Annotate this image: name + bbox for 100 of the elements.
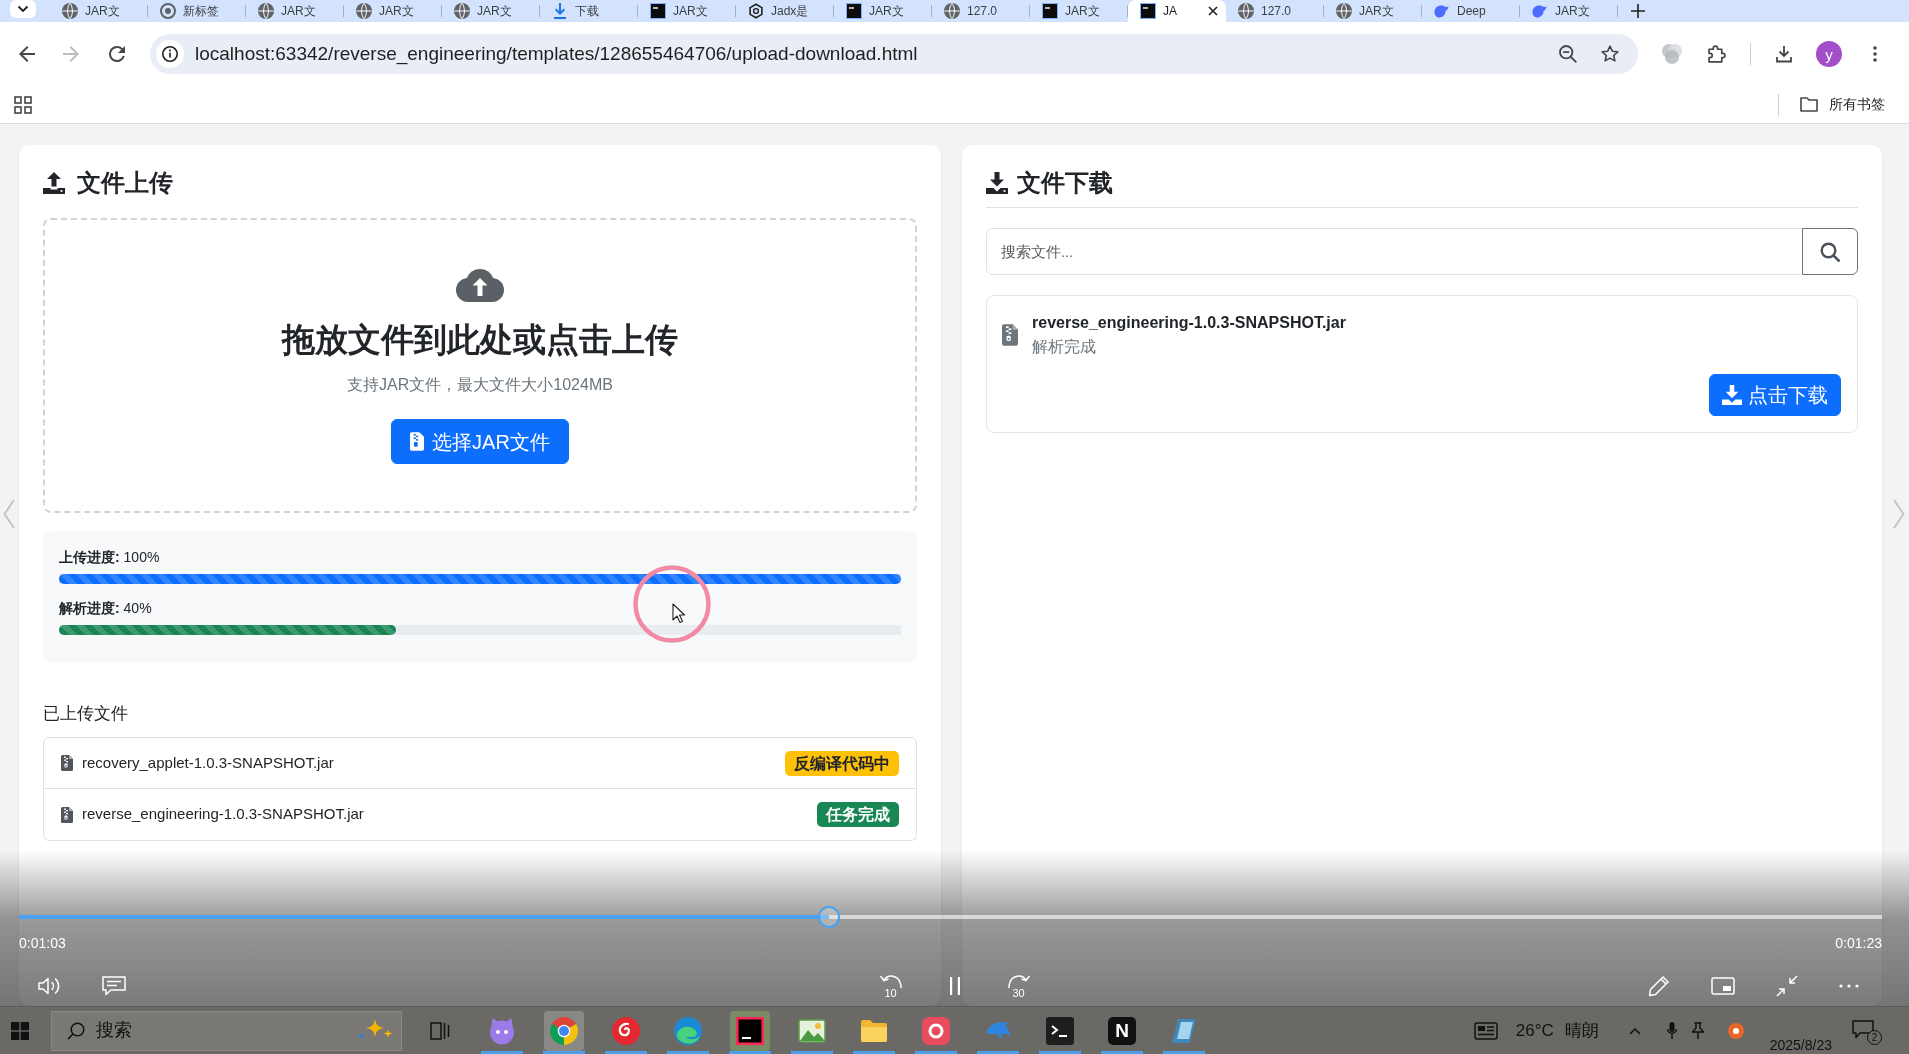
more-icon[interactable] bbox=[1839, 984, 1859, 988]
browser-tab[interactable]: JAR文 bbox=[50, 0, 148, 22]
terminal-icon bbox=[1140, 3, 1156, 19]
captions-icon[interactable] bbox=[102, 976, 126, 996]
tray-disc-icon[interactable] bbox=[1727, 1022, 1744, 1039]
notebook-icon[interactable] bbox=[1170, 1016, 1198, 1045]
reload-icon[interactable] bbox=[109, 46, 125, 62]
whale-icon bbox=[1434, 3, 1450, 19]
zip-file-icon bbox=[410, 432, 425, 451]
fast-forward-button[interactable]: 30 bbox=[1006, 973, 1031, 999]
download-button[interactable]: 点击下载 bbox=[1709, 374, 1841, 416]
news-widget-icon[interactable] bbox=[1473, 1021, 1498, 1040]
search-icon bbox=[67, 1021, 85, 1040]
browser-tab[interactable]: JAR文 bbox=[1324, 0, 1422, 22]
pin-icon[interactable] bbox=[1690, 1022, 1705, 1039]
rewind-button[interactable]: 10 bbox=[878, 973, 903, 999]
globe-icon bbox=[1336, 3, 1352, 19]
apps-grid-icon[interactable] bbox=[14, 95, 32, 114]
drop-hint: 支持JAR文件，最大文件大小1024MB bbox=[347, 375, 613, 395]
puzzle-icon[interactable] bbox=[1708, 45, 1726, 63]
choose-file-button[interactable]: 选择JAR文件 bbox=[391, 419, 569, 464]
chevron-down-icon[interactable] bbox=[10, 0, 36, 18]
terminal-icon bbox=[650, 3, 666, 19]
browser-tab[interactable]: JAR文 bbox=[834, 0, 932, 22]
forward-arrow-icon bbox=[1006, 973, 1031, 988]
ide-icon[interactable] bbox=[730, 1010, 770, 1051]
total-time: 0:01:23 bbox=[1835, 934, 1882, 953]
cloud-upload-icon bbox=[455, 269, 505, 303]
download-icon bbox=[1722, 385, 1742, 405]
zip-file-icon bbox=[61, 806, 73, 823]
notification-count: 2 bbox=[1867, 1029, 1882, 1045]
progress-label: 解析进度: 40% bbox=[59, 599, 152, 618]
globe-icon bbox=[356, 3, 372, 19]
globe-icon bbox=[1238, 3, 1254, 19]
browser-tab[interactable]: JAR文 bbox=[246, 0, 344, 22]
pen-icon[interactable] bbox=[1648, 975, 1670, 997]
search-field[interactable]: 搜索文件... bbox=[986, 228, 1803, 275]
browser-icon[interactable] bbox=[544, 1010, 584, 1051]
zoom-out-icon[interactable] bbox=[1559, 45, 1577, 63]
upload-icon bbox=[43, 172, 65, 194]
rounded-app-icon[interactable] bbox=[922, 1016, 950, 1045]
search-input[interactable]: 搜索 bbox=[96, 1017, 156, 1044]
disc-icon[interactable] bbox=[612, 1016, 640, 1045]
windows-logo-icon[interactable] bbox=[11, 1021, 29, 1040]
browser-tab[interactable]: Deep bbox=[1422, 0, 1520, 22]
microphone-icon[interactable] bbox=[1666, 1022, 1677, 1039]
date-text: 2025/8/23 bbox=[1769, 1036, 1832, 1053]
taskbar-search-box[interactable]: 搜索 bbox=[51, 1010, 402, 1051]
browser-tab[interactable]: 127.0 bbox=[1226, 0, 1324, 22]
browser-tab[interactable]: JAR文 bbox=[1520, 0, 1618, 22]
site-info-icon[interactable] bbox=[156, 40, 184, 68]
browser-tab[interactable]: JA bbox=[1128, 0, 1226, 22]
browser-tab[interactable]: Jadx是 bbox=[736, 0, 834, 22]
close-icon[interactable] bbox=[1208, 6, 1218, 16]
status-badge: 反编译代码中 bbox=[785, 750, 899, 776]
knot-icon bbox=[748, 3, 764, 19]
profile-avatar[interactable]: y bbox=[1816, 41, 1842, 67]
browser-tab[interactable]: 127.0 bbox=[932, 0, 1030, 22]
file-name: recovery_applet-1.0.3-SNAPSHOT.jar bbox=[82, 752, 334, 773]
browser-tab[interactable]: JAR文 bbox=[344, 0, 442, 22]
globe-icon bbox=[258, 3, 274, 19]
back-arrow-icon[interactable] bbox=[19, 46, 35, 62]
more-menu-icon[interactable] bbox=[1873, 46, 1877, 62]
search-button[interactable] bbox=[1802, 228, 1858, 275]
task-view-icon[interactable] bbox=[430, 1021, 450, 1040]
download-icon bbox=[552, 3, 568, 19]
folder-icon bbox=[1800, 97, 1818, 112]
all-bookmarks-button[interactable]: 所有书签 bbox=[1800, 94, 1885, 115]
temperature-text: 26°C bbox=[1515, 1019, 1554, 1042]
bookmark-star-icon[interactable] bbox=[1601, 45, 1619, 63]
exit-fullscreen-icon[interactable] bbox=[1776, 975, 1798, 997]
globe-icon bbox=[454, 3, 470, 19]
address-bar[interactable]: localhost:63342/reverse_engineering/templates/128655464706/upload-download.html bbox=[150, 34, 1638, 74]
download-icon[interactable] bbox=[1775, 45, 1793, 63]
browser-tab[interactable]: JAR文 bbox=[638, 0, 736, 22]
mini-player-icon[interactable] bbox=[1711, 977, 1735, 995]
file-status: 解析完成 bbox=[1032, 337, 1097, 357]
new-tab-icon[interactable] bbox=[1631, 4, 1645, 18]
app-tile[interactable]: N bbox=[1108, 1016, 1136, 1045]
volume-icon[interactable] bbox=[38, 976, 62, 996]
terminal-icon bbox=[1042, 3, 1058, 19]
pause-icon[interactable] bbox=[949, 977, 960, 995]
cat-icon[interactable] bbox=[488, 1016, 516, 1045]
browser-tab[interactable]: JAR文 bbox=[442, 0, 540, 22]
rewind-arrow-icon bbox=[878, 973, 903, 988]
status-badge: 任务完成 bbox=[817, 802, 899, 827]
browser-tab[interactable]: 新标签 bbox=[148, 0, 246, 22]
click-ring-icon bbox=[633, 565, 711, 643]
terminal-icon[interactable] bbox=[1046, 1016, 1074, 1045]
drop-zone[interactable]: 拖放文件到此处或点击上传 支持JAR文件，最大文件大小1024MB 选择JAR文件 bbox=[43, 218, 917, 513]
chevron-up-icon[interactable] bbox=[1628, 1026, 1641, 1035]
notification-icon[interactable] bbox=[1852, 1019, 1874, 1039]
browser-tab[interactable]: JAR文 bbox=[1030, 0, 1128, 22]
seek-thumb[interactable] bbox=[818, 906, 841, 928]
drop-heading: 拖放文件到此处或点击上传 bbox=[282, 320, 678, 360]
picture-icon[interactable] bbox=[798, 1016, 826, 1045]
wave-browser-icon[interactable] bbox=[674, 1016, 702, 1045]
download-icon bbox=[986, 172, 1008, 194]
url-text: localhost:63342/reverse_engineering/templates/128655464706/upload-download.html bbox=[195, 41, 918, 67]
browser-tab[interactable]: 下载 bbox=[540, 0, 638, 22]
